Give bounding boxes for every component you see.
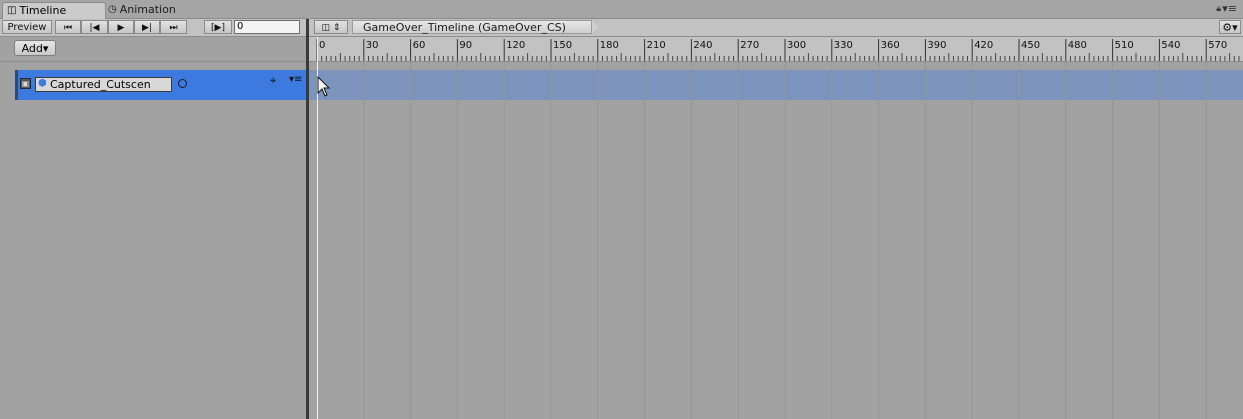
ruler-label: 90 — [459, 40, 472, 51]
track-binding-field[interactable]: Captured_Cutscen — [35, 77, 172, 92]
clock-icon: ◷ — [108, 4, 117, 15]
ruler-label: 60 — [413, 40, 426, 51]
tab-timeline[interactable]: ◫ Timeline — [2, 2, 106, 19]
previous-frame-button[interactable]: |◀ — [81, 20, 108, 34]
ruler-label: 270 — [740, 40, 759, 51]
goto-first-frame-button[interactable]: ⏮ — [55, 20, 81, 34]
play-range-button[interactable]: [▶] — [204, 20, 232, 34]
ruler-label: 210 — [647, 40, 666, 51]
ruler-label: 300 — [787, 40, 806, 51]
settings-button[interactable]: ⚙▾ — [1219, 20, 1241, 34]
track-view-icon: ◫ ⇕ — [321, 23, 341, 33]
play-button[interactable]: ▶ — [108, 20, 134, 34]
mouse-cursor-icon — [317, 76, 331, 97]
breadcrumb-arrow — [592, 20, 598, 34]
tab-animation-label: Animation — [119, 3, 176, 16]
next-frame-button[interactable]: ▶| — [134, 20, 160, 34]
ruler-label: 360 — [881, 40, 900, 51]
grid-lines — [363, 62, 1207, 419]
ruler-label: 420 — [974, 40, 993, 51]
ruler-ticks: 0 30 60 90 120 150 180 210 240 270 300 330 360 390 420… — [316, 39, 1240, 61]
play-range-icon: [▶] — [211, 23, 225, 33]
timeline-icon: ◫ — [7, 5, 17, 16]
skip-end-icon: ⏭ — [169, 23, 178, 33]
ruler-label: 390 — [927, 40, 946, 51]
track-menu-icon[interactable]: ▾≡ — [289, 74, 302, 85]
track-header-selected[interactable]: ▣ Captured_Cutscen ⬢ ⌖ ▾≡ — [15, 70, 306, 100]
object-picker-icon[interactable] — [178, 79, 187, 88]
step-back-icon: |◀ — [89, 23, 100, 33]
ruler-label: 480 — [1068, 40, 1087, 51]
window-tab-strip: ◫ Timeline ◷ Animation 🔒︎ ▾≡ — [0, 0, 1243, 19]
ruler-label: 540 — [1161, 40, 1180, 51]
ruler-label: 570 — [1208, 40, 1227, 51]
window-menu-icon[interactable]: ▾≡ — [1222, 2, 1237, 15]
add-track-button[interactable]: Add▾ — [14, 40, 56, 56]
breadcrumb[interactable]: GameOver_Timeline (GameOver_CS) — [352, 20, 592, 34]
activation-track-icon[interactable]: ▣ — [20, 78, 31, 89]
ruler-label: 240 — [693, 40, 712, 51]
current-frame-field[interactable]: 0 — [234, 20, 300, 34]
gear-icon: ⚙▾ — [1222, 21, 1238, 34]
skip-start-icon: ⏮ — [63, 23, 73, 33]
divider — [0, 61, 306, 62]
ruler-label: 30 — [366, 40, 379, 51]
ruler-label: 0 — [319, 40, 325, 51]
ruler-label: 330 — [834, 40, 853, 51]
timeline-area[interactable]: 0 30 60 90 120 150 180 210 240 270 300 330 360 390 420… — [309, 37, 1243, 419]
ruler-label: 120 — [506, 40, 525, 51]
step-forward-icon: ▶| — [142, 23, 152, 33]
gameobject-icon: ⬢ — [38, 78, 47, 89]
preview-button[interactable]: Preview — [2, 20, 52, 34]
track-list-pane: Add▾ ▣ Captured_Cutscen ⬢ ⌖ ▾≡ — [0, 37, 306, 419]
time-ruler[interactable]: 0 30 60 90 120 150 180 210 240 270 300 330 360 390 420… — [309, 37, 1243, 62]
tab-timeline-label: Timeline — [19, 4, 67, 17]
ruler-label: 180 — [600, 40, 619, 51]
timeline-toolbar: Preview ⏮ |◀ ▶ ▶| ⏭ [▶] 0 ◫ ⇕ GameOver_T… — [0, 19, 1243, 37]
play-icon: ▶ — [117, 23, 125, 33]
track-view-toggle-button[interactable]: ◫ ⇕ — [314, 20, 348, 34]
goto-last-frame-button[interactable]: ⏭ — [160, 20, 187, 34]
tab-animation[interactable]: ◷ Animation — [104, 2, 182, 18]
target-icon[interactable]: ⌖ — [270, 74, 276, 88]
ruler-label: 510 — [1115, 40, 1134, 51]
lock-icon[interactable]: 🔒︎ — [1216, 4, 1221, 14]
ruler-label: 450 — [1021, 40, 1040, 51]
ruler-label: 150 — [553, 40, 572, 51]
